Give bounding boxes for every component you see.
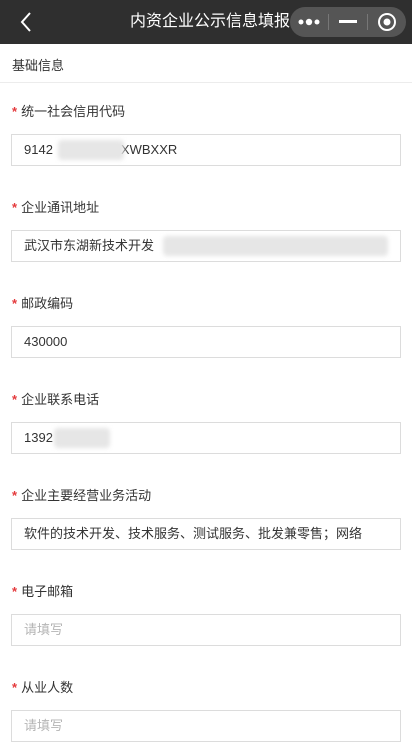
phone-value: 1392 — [24, 430, 53, 445]
required-mark: * — [12, 488, 18, 503]
back-button[interactable] — [14, 10, 38, 34]
page-title: 内资企业公示信息填报 — [129, 13, 290, 30]
close-button[interactable] — [368, 7, 406, 37]
mini-program-capsule — [290, 7, 406, 37]
business-activity-value: 软件的技术开发、技术服务、测试服务、批发兼零售；网络 — [24, 526, 363, 541]
chevron-left-icon — [20, 12, 31, 32]
required-mark: * — [12, 584, 18, 599]
employees-input[interactable]: 请填写 — [11, 710, 401, 742]
field-label-credit-code: * 统一社会信用代码 — [12, 104, 126, 119]
email-placeholder: 请填写 — [24, 622, 64, 637]
more-button[interactable] — [290, 7, 328, 37]
credit-code-value-start: 9142 — [24, 142, 53, 157]
address-value: 武汉市东湖新技术开发 — [24, 238, 155, 253]
more-dots-icon — [298, 18, 320, 26]
credit-code-value-end: XWBXXR — [120, 142, 178, 157]
required-mark: * — [12, 392, 18, 407]
required-mark: * — [12, 200, 18, 215]
redaction-blur — [163, 236, 388, 256]
email-input[interactable]: 请填写 — [11, 614, 401, 646]
top-nav-bar: 内资企业公示信息填报 — [0, 0, 412, 44]
postal-code-input[interactable]: 430000 — [11, 326, 401, 358]
business-activity-input[interactable]: 软件的技术开发、技术服务、测试服务、批发兼零售；网络 — [11, 518, 401, 550]
field-label-email: * 电子邮箱 — [12, 584, 74, 599]
employees-placeholder: 请填写 — [24, 718, 64, 733]
required-mark: * — [12, 296, 18, 311]
section-header: 基础信息 — [0, 44, 412, 83]
redaction-blur — [54, 428, 110, 448]
required-mark: * — [12, 104, 18, 119]
field-label-address: * 企业通讯地址 — [12, 200, 100, 215]
required-mark: * — [12, 680, 18, 695]
minimize-icon — [339, 20, 357, 23]
minimize-button[interactable] — [329, 7, 367, 37]
redaction-blur — [58, 140, 124, 160]
target-close-icon — [378, 13, 396, 31]
field-label-phone: * 企业联系电话 — [12, 392, 100, 407]
section-title: 基础信息 — [12, 58, 65, 73]
field-label-postal-code: * 邮政编码 — [12, 296, 74, 311]
field-label-employees: * 从业人数 — [12, 680, 74, 695]
field-label-business-activity: * 企业主要经营业务活动 — [12, 488, 152, 503]
postal-code-value: 430000 — [24, 334, 68, 349]
